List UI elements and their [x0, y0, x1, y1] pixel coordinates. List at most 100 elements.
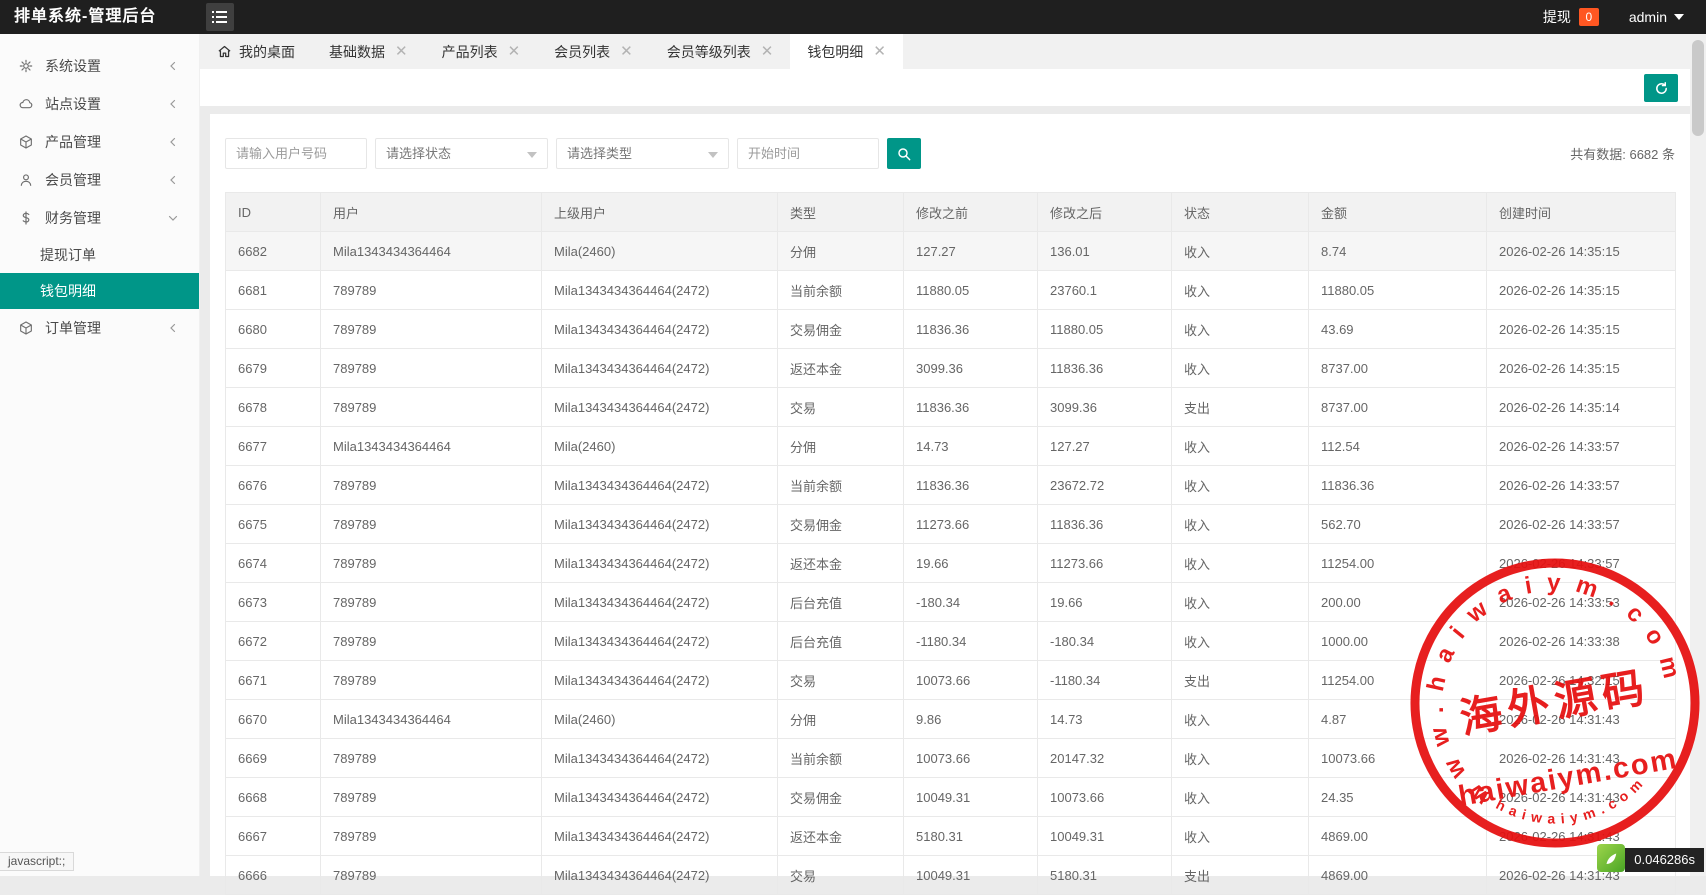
- close-icon[interactable]: ✕: [508, 44, 521, 59]
- table-cell: 5180.31: [1037, 855, 1172, 895]
- type-select[interactable]: 请选择类型: [556, 138, 729, 169]
- table-cell: 2026-02-26 14:32:15: [1486, 660, 1676, 700]
- sidebar-item[interactable]: 产品管理: [0, 123, 199, 161]
- chevron-down-icon: [167, 212, 179, 224]
- user-icon: [18, 172, 34, 188]
- table-cell: 收入: [1171, 738, 1309, 778]
- sidebar-item-label: 站点设置: [45, 96, 101, 112]
- debug-toolbar[interactable]: 0.046286s: [1597, 844, 1704, 872]
- table-cell: Mila1343434364464: [320, 231, 542, 271]
- table-cell: 收入: [1171, 465, 1309, 505]
- table-cell: 10073.66: [1037, 777, 1172, 817]
- table-cell: 8737.00: [1308, 348, 1487, 388]
- sidebar-item[interactable]: 财务管理: [0, 199, 199, 237]
- content-panel: 请选择状态 请选择类型 共有数据: 6682 条 ID用户上级用户类型修改之前修…: [210, 114, 1690, 895]
- app-title: 排单系统-管理后台: [14, 8, 157, 25]
- sidebar-subitem[interactable]: 提现订单: [0, 237, 199, 273]
- table-cell: 8.74: [1308, 231, 1487, 271]
- table-cell: 789789: [320, 270, 542, 310]
- table-cell: -180.34: [903, 582, 1038, 622]
- table-cell: 789789: [320, 504, 542, 544]
- scrollbar-thumb[interactable]: [1692, 40, 1704, 136]
- table-row: 6672 789789 Mila1343434364464(2472) 后台充值 -11…: [225, 621, 1676, 661]
- table-cell: 10049.31: [903, 777, 1038, 817]
- table-cell: 3099.36: [1037, 387, 1172, 427]
- table-cell: 收入: [1171, 309, 1309, 349]
- table-cell: 收入: [1171, 270, 1309, 310]
- sidebar-item[interactable]: 订单管理: [0, 309, 199, 347]
- sidebar-subitem[interactable]: 钱包明细: [0, 273, 199, 309]
- table-cell: 后台充值: [777, 582, 904, 622]
- close-icon[interactable]: ✕: [395, 44, 408, 59]
- tab-会员等级列表[interactable]: 会员等级列表 ✕: [650, 34, 791, 69]
- table-cell: 789789: [320, 738, 542, 778]
- table-cell: Mila1343434364464(2472): [541, 309, 778, 349]
- column-header: 创建时间: [1486, 192, 1676, 232]
- sidebar-item-label: 产品管理: [45, 134, 101, 150]
- table-cell: 11254.00: [1308, 543, 1487, 583]
- home-icon: [217, 44, 232, 59]
- table-cell: 6682: [225, 231, 321, 271]
- table-cell: 14.73: [903, 426, 1038, 466]
- tab-产品列表[interactable]: 产品列表 ✕: [425, 34, 538, 69]
- table-row: 6674 789789 Mila1343434364464(2472) 返还本金 19.…: [225, 543, 1676, 583]
- table-cell: 2026-02-26 14:35:15: [1486, 231, 1676, 271]
- page-toolbar: [200, 69, 1690, 106]
- column-header: 用户: [320, 192, 542, 232]
- table-cell: 6680: [225, 309, 321, 349]
- tab-bar: 我的桌面 基础数据 ✕ 产品列表 ✕ 会员列表 ✕ 会员等级列表 ✕ 钱包明细 ✕: [200, 34, 1706, 69]
- hamburger-line: [212, 21, 234, 23]
- tab-钱包明细[interactable]: 钱包明细 ✕: [790, 34, 903, 69]
- table-cell: 789789: [320, 582, 542, 622]
- table-cell: Mila1343434364464(2472): [541, 621, 778, 661]
- sidebar-item[interactable]: 站点设置: [0, 85, 199, 123]
- table-cell: 交易佣金: [777, 309, 904, 349]
- table-row: 6675 789789 Mila1343434364464(2472) 交易佣金 112…: [225, 504, 1676, 544]
- sidebar-subitem-label: 钱包明细: [40, 283, 96, 299]
- search-button[interactable]: [887, 138, 921, 169]
- tab-会员列表[interactable]: 会员列表 ✕: [537, 34, 650, 69]
- close-icon[interactable]: ✕: [761, 44, 774, 59]
- table-cell: 562.70: [1308, 504, 1487, 544]
- withdraw-link[interactable]: 提现: [1543, 7, 1571, 27]
- refresh-button[interactable]: [1644, 74, 1678, 102]
- table-cell: 2026-02-26 14:33:57: [1486, 426, 1676, 466]
- tab-基础数据[interactable]: 基础数据 ✕: [312, 34, 425, 69]
- user-number-input[interactable]: [225, 138, 367, 169]
- menu-toggle-icon[interactable]: [206, 3, 234, 31]
- table-row: 6670 Mila1343434364464 Mila(2460) 分佣 9.86 14.…: [225, 699, 1676, 739]
- table-cell: 当前余额: [777, 465, 904, 505]
- start-time-input[interactable]: [737, 138, 879, 169]
- chevron-down-icon: [527, 152, 537, 158]
- thinkphp-logo-icon: [1597, 844, 1626, 872]
- table-row: 6668 789789 Mila1343434364464(2472) 交易佣金 100…: [225, 777, 1676, 817]
- sidebar-item-label: 系统设置: [45, 58, 101, 74]
- table-cell: 11254.00: [1308, 660, 1487, 700]
- tab-label: 钱包明细: [807, 43, 864, 60]
- table-cell: 6667: [225, 816, 321, 856]
- table-cell: 收入: [1171, 504, 1309, 544]
- page-scrollbar[interactable]: [1690, 34, 1706, 876]
- table-cell: 127.27: [1037, 426, 1172, 466]
- type-select-placeholder: 请选择类型: [567, 146, 633, 161]
- table-cell: 127.27: [903, 231, 1038, 271]
- status-select[interactable]: 请选择状态: [375, 138, 548, 169]
- tab-我的桌面[interactable]: 我的桌面: [200, 34, 312, 69]
- user-menu[interactable]: admin: [1629, 9, 1684, 25]
- table-cell: 6676: [225, 465, 321, 505]
- sidebar-item[interactable]: 系统设置: [0, 47, 199, 85]
- table-cell: 交易: [777, 660, 904, 700]
- close-icon[interactable]: ✕: [873, 44, 886, 59]
- table-cell: 19.66: [1037, 582, 1172, 622]
- close-icon[interactable]: ✕: [620, 44, 633, 59]
- withdraw-count-badge[interactable]: 0: [1578, 8, 1599, 26]
- table-cell: 11880.05: [1037, 309, 1172, 349]
- table-cell: 3099.36: [903, 348, 1038, 388]
- table-row: 6677 Mila1343434364464 Mila(2460) 分佣 14.73 12…: [225, 426, 1676, 466]
- table-cell: 11836.36: [1308, 465, 1487, 505]
- table-cell: Mila1343434364464(2472): [541, 270, 778, 310]
- cube-icon: [18, 320, 34, 336]
- sidebar-subitem-label: 提现订单: [40, 247, 96, 263]
- sidebar-item[interactable]: 会员管理: [0, 161, 199, 199]
- table-cell: 6674: [225, 543, 321, 583]
